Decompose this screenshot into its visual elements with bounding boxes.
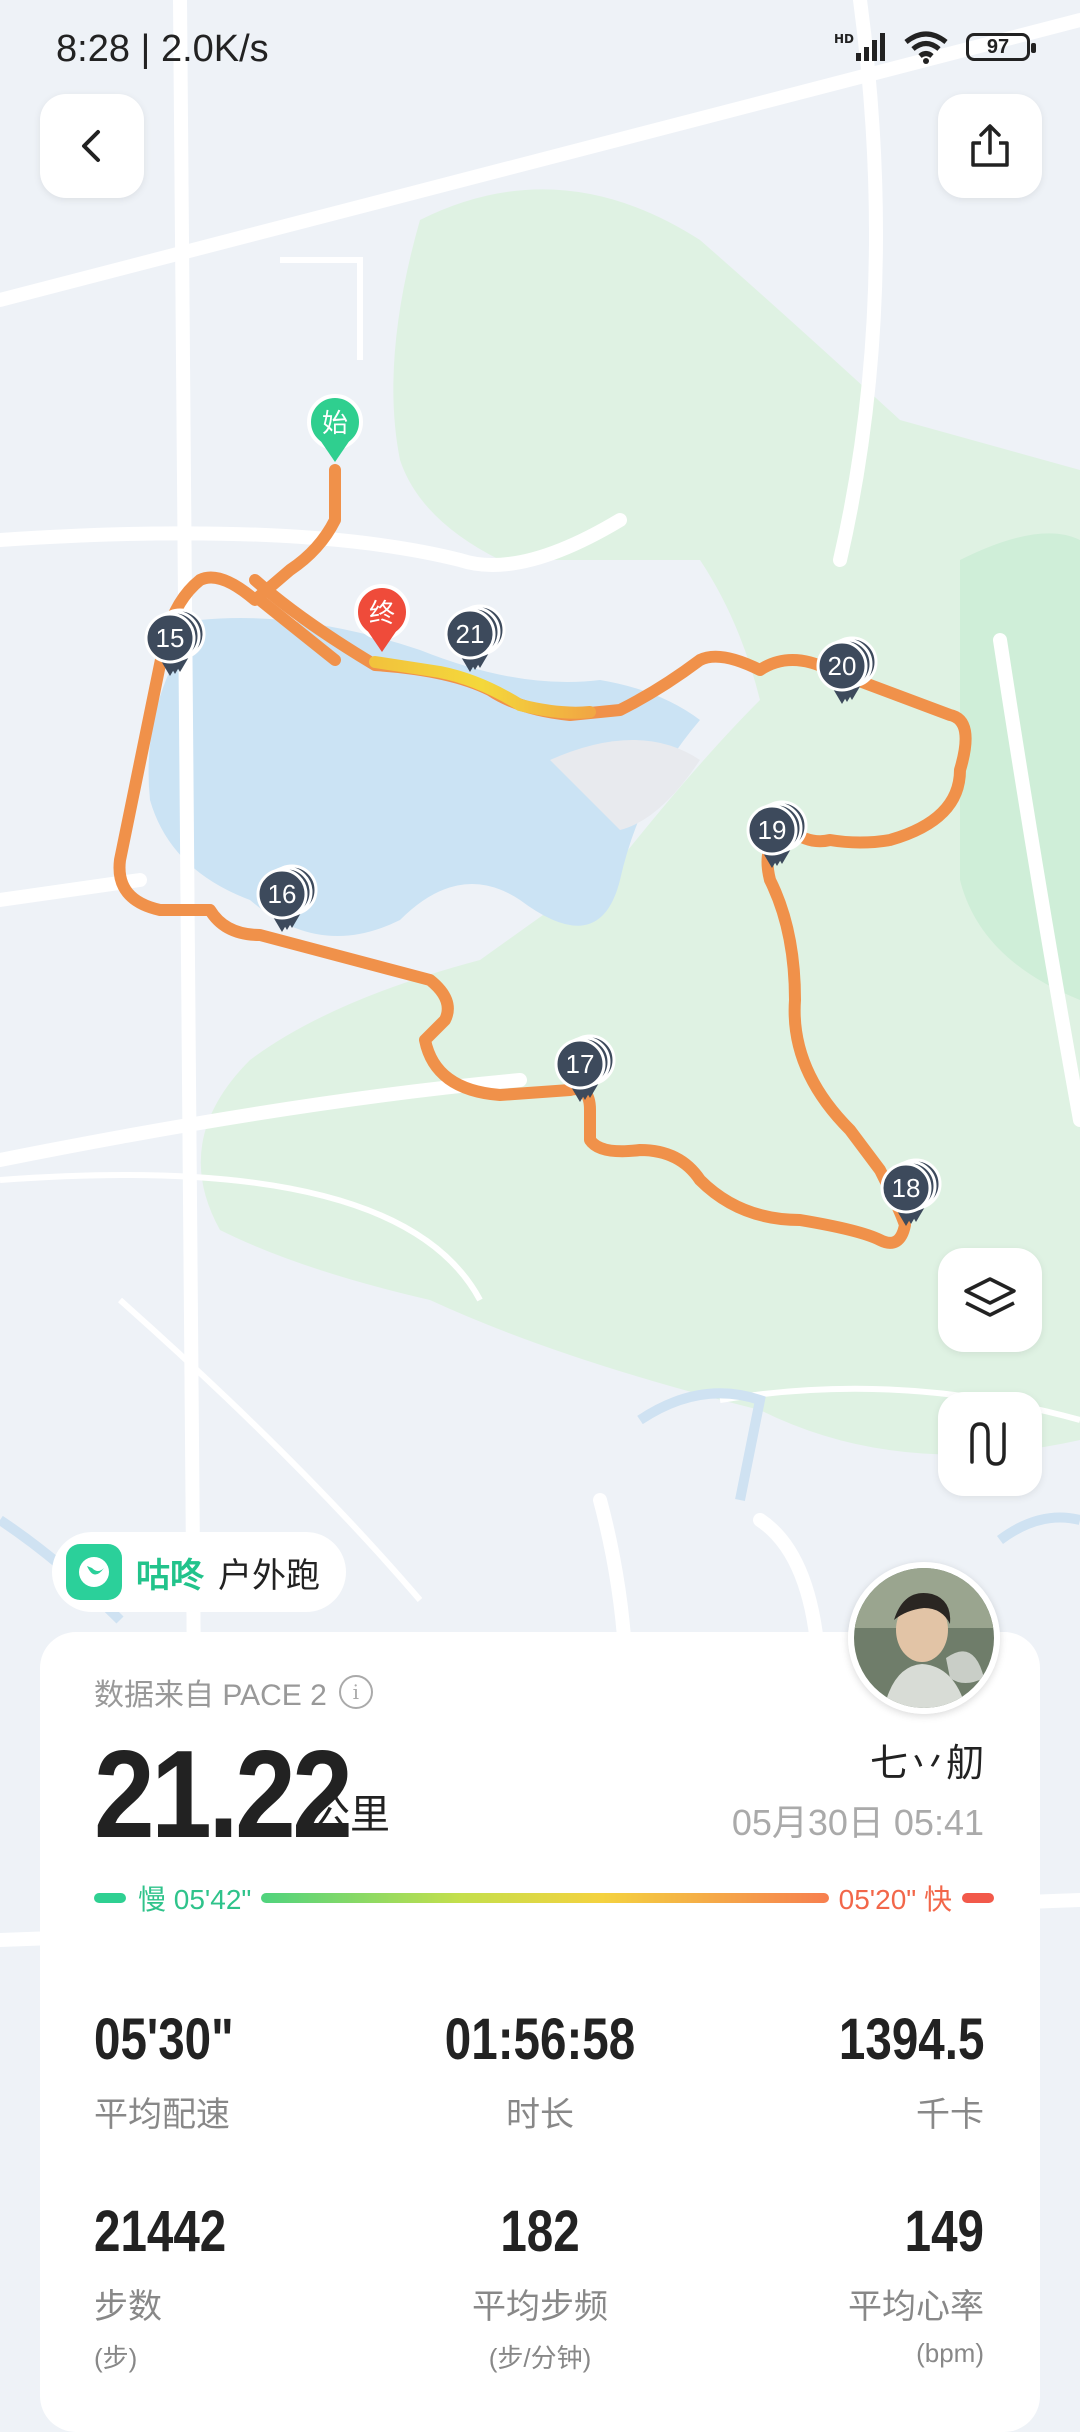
chevron-left-icon [82, 130, 100, 162]
pace-gradient [261, 1893, 829, 1903]
km-marker-label: 20 [828, 651, 857, 681]
app-brand-badge: 咕咚 户外跑 [52, 1532, 346, 1612]
stat-value: 149 [904, 2199, 984, 2264]
stat-label: 千卡 [916, 2096, 984, 2134]
activity-type: 户外跑 [218, 1556, 320, 1595]
layers-icon [964, 1277, 1016, 1317]
stat-unit: (步/分钟) [488, 2343, 592, 2373]
stat-label: 平均配速 [94, 2096, 230, 2134]
svg-text:HD: HD [834, 32, 854, 46]
km-marker-label: 21 [456, 619, 485, 649]
app-logo-icon [66, 1544, 122, 1600]
stat-value: 182 [500, 2199, 580, 2264]
pace-slow: 慢 05'42" [138, 1884, 252, 1915]
stat-value: 21442 [94, 2199, 227, 2264]
share-icon [971, 124, 1009, 167]
fast-dot [962, 1893, 994, 1903]
pace-legend: 慢 05'42" 05'20" 快 [94, 1880, 994, 1916]
stat-unit: (bpm) [916, 2338, 984, 2368]
km-marker-label: 19 [758, 815, 787, 845]
brand-name: 咕咚 [136, 1556, 204, 1595]
status-icons: HD 97 [834, 30, 1036, 64]
info-icon[interactable]: i [338, 1675, 373, 1709]
km-marker-label: 17 [566, 1049, 595, 1079]
user-name: 七丷舠 [869, 1743, 984, 1785]
distance-unit: 公里 [310, 1793, 390, 1837]
map-layers-button[interactable] [938, 1248, 1042, 1352]
share-button[interactable] [938, 94, 1042, 198]
back-button[interactable] [40, 94, 144, 198]
km-marker-label: 18 [892, 1173, 921, 1203]
start-label: 始 [322, 409, 348, 439]
stat-label: 时长 [506, 2096, 574, 2134]
wifi-icon [904, 31, 948, 64]
status-time-speed: 8:28 | 2.0K/s [56, 28, 269, 70]
pace-fast: 05'20" 快 [838, 1884, 952, 1915]
slow-dot [94, 1893, 126, 1903]
stat-value: 1394.5 [838, 2007, 984, 2072]
stat-label: 平均心率 [848, 2288, 984, 2326]
km-marker-label: 16 [268, 879, 297, 909]
stat-label: 步数 [94, 2288, 162, 2326]
battery-icon: 97 [966, 33, 1036, 61]
route-replay-button[interactable] [938, 1392, 1042, 1496]
signal-icon: HD [834, 32, 885, 61]
stat-label: 平均步频 [472, 2288, 608, 2326]
run-datetime: 05月30日 05:41 [731, 1802, 984, 1843]
avatar-image [854, 1568, 994, 1708]
stat-value: 05'30" [94, 2007, 234, 2072]
end-label: 终 [369, 599, 395, 629]
stat-calories: 1394.5 千卡 [807, 2006, 984, 2136]
summary-card: 数据来自 PACE 2 i 21.22 公里 七丷舠 05月30日 05:41 … [40, 1632, 1040, 2432]
stat-avg-pace: 05'30" 平均配速 [94, 2006, 264, 2136]
stat-unit: (步) [94, 2343, 138, 2373]
data-source-text: 数据来自 PACE 2 [94, 1679, 327, 1712]
stat-duration: 01:56:58 时长 [390, 2006, 690, 2136]
stat-cadence: 182 平均步频 (步/分钟) [390, 2198, 690, 2375]
data-source: 数据来自 PACE 2 i [94, 1670, 373, 1714]
avatar[interactable] [848, 1562, 1000, 1714]
stat-steps: 21442 步数 (步) [94, 2198, 255, 2375]
stat-value: 01:56:58 [444, 2007, 636, 2072]
route-icon [970, 1422, 1006, 1466]
km-marker-label: 15 [156, 623, 185, 653]
stat-heart-rate: 149 平均心率 (bpm) [848, 2198, 984, 2369]
